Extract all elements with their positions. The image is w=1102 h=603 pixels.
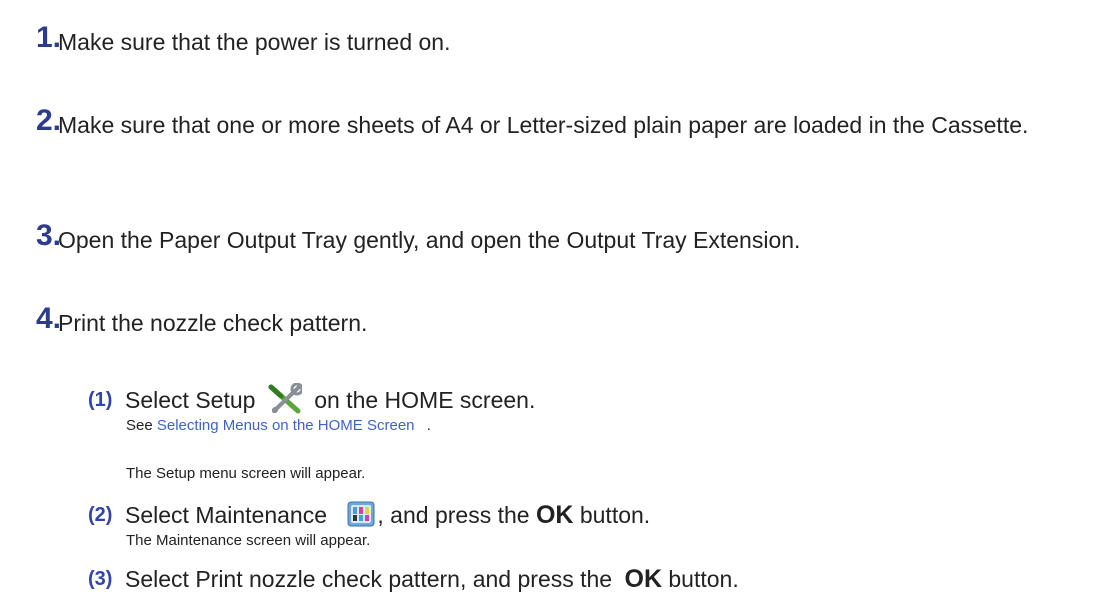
substep-text-end: button. bbox=[579, 502, 651, 528]
substep-number: (1) bbox=[88, 389, 113, 411]
substep-note: The Setup menu screen will appear. bbox=[126, 465, 366, 482]
see-reference: See Selecting Menus on the HOME Screen . bbox=[126, 417, 431, 434]
selecting-menus-link[interactable]: Selecting Menus on the HOME Screen bbox=[157, 417, 415, 434]
substep-text-after: , and press the bbox=[377, 502, 530, 528]
substep-text-before: Select Print nozzle check pattern, and p… bbox=[125, 566, 613, 592]
substep-number: (3) bbox=[88, 568, 113, 590]
ok-button-label: OK bbox=[535, 501, 574, 529]
step-text: Open the Paper Output Tray gently, and o… bbox=[58, 227, 801, 253]
substep-text: Select Setup on the HOME screen. bbox=[125, 382, 536, 418]
substep-number: (2) bbox=[88, 504, 113, 526]
substep-text: Select Maintenance , and press the OK bu… bbox=[125, 500, 650, 530]
substep-note: The Maintenance screen will appear. bbox=[126, 532, 371, 549]
see-suffix: . bbox=[426, 417, 431, 434]
ok-button-label: OK bbox=[624, 565, 663, 593]
setup-tools-icon bbox=[268, 382, 304, 415]
substep-text-after: on the HOME screen. bbox=[314, 387, 536, 413]
step-text: Make sure that one or more sheets of A4 … bbox=[58, 112, 1029, 138]
step-text: Print the nozzle check pattern. bbox=[58, 310, 368, 336]
see-prefix: See bbox=[126, 417, 153, 434]
substep-text-end: button. bbox=[668, 566, 739, 592]
substep-text-before: Select Maintenance bbox=[125, 502, 328, 528]
substep-text: Select Print nozzle check pattern, and p… bbox=[125, 564, 739, 594]
maintenance-icon bbox=[347, 501, 375, 527]
substep-text-before: Select Setup bbox=[125, 387, 256, 413]
step-text: Make sure that the power is turned on. bbox=[58, 29, 451, 55]
